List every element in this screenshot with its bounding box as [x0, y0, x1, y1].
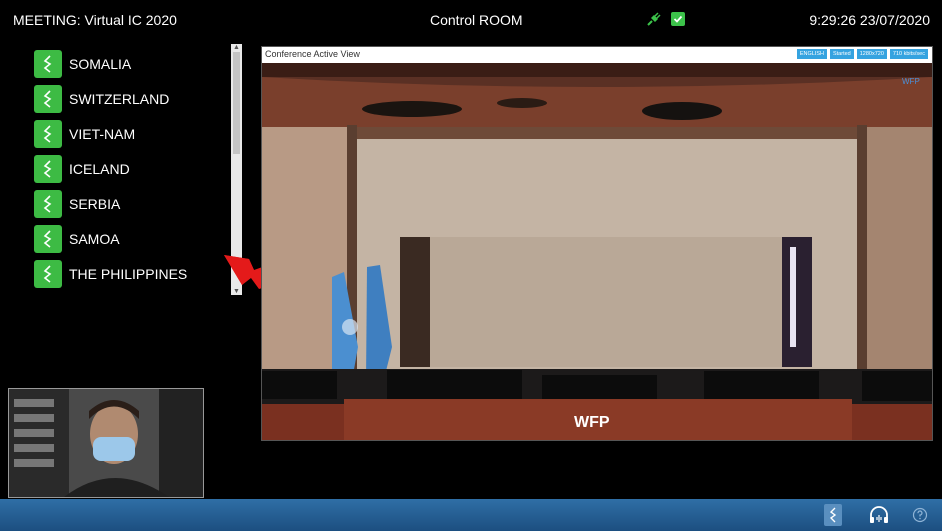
help-icon[interactable]: [912, 507, 928, 523]
scroll-up-icon[interactable]: ▲: [231, 44, 242, 51]
speaker-item[interactable]: SERBIA: [34, 189, 120, 219]
top-bar: MEETING: Virtual IC 2020 Control ROOM 9:…: [0, 0, 942, 42]
conference-active-view: Conference Active View ENGLISH Started 1…: [261, 46, 933, 441]
speaker-label: VIET-NAM: [69, 126, 136, 142]
speaker-icon: [34, 190, 62, 218]
wfp-logo: WFP: [902, 77, 920, 86]
self-view-video: [8, 388, 204, 498]
speaker-item[interactable]: VIET-NAM: [34, 119, 135, 149]
speaker-icon: [34, 120, 62, 148]
clock: 9:29:26 23/07/2020: [809, 12, 930, 28]
speaker-label: THE PHILIPPINES: [69, 266, 188, 282]
speaker-icon: [34, 260, 62, 288]
speaker-item[interactable]: SAMOA: [34, 224, 120, 254]
conference-header: Conference Active View ENGLISH Started 1…: [262, 47, 932, 63]
speaker-item[interactable]: ICELAND: [34, 154, 130, 184]
stream-badges: ENGLISH Started 1280x720 710 kbits/sec: [796, 49, 928, 59]
bitrate-badge: 710 kbits/sec: [889, 49, 928, 59]
language-badge: ENGLISH: [796, 49, 827, 59]
speaker-label: SAMOA: [69, 231, 120, 247]
speaker-label: ICELAND: [69, 161, 130, 177]
podium-text: WFP: [574, 414, 610, 431]
state-badge: Started: [829, 49, 854, 59]
resolution-badge: 1280x720: [856, 49, 887, 59]
bottom-bar: [0, 499, 942, 531]
speaker-item[interactable]: SOMALIA: [34, 49, 131, 79]
scrollbar-thumb[interactable]: [233, 52, 240, 154]
speaker-icon[interactable]: [824, 504, 842, 526]
meeting-title: MEETING: Virtual IC 2020: [13, 12, 177, 28]
speaker-icon: [34, 225, 62, 253]
speaker-item[interactable]: THE PHILIPPINES: [34, 259, 187, 289]
speaker-label: SERBIA: [69, 196, 121, 212]
status-icons: [646, 11, 685, 27]
speaker-icon: [34, 85, 62, 113]
speaker-label: SWITZERLAND: [69, 91, 170, 107]
check-icon: [671, 12, 685, 26]
room-title: Control ROOM: [430, 12, 523, 28]
conference-title: Conference Active View: [265, 49, 360, 59]
speaker-icon: [34, 155, 62, 183]
speaker-item[interactable]: SWITZERLAND: [34, 84, 169, 114]
conference-video: [262, 63, 932, 440]
speaker-label: SOMALIA: [69, 56, 132, 72]
speaker-icon: [34, 50, 62, 78]
plug-icon: [647, 12, 661, 26]
speaker-list: SOMALIA SWITZERLAND VIET-NAM ICELAND SER…: [8, 44, 244, 296]
headset-icon[interactable]: [868, 505, 890, 525]
